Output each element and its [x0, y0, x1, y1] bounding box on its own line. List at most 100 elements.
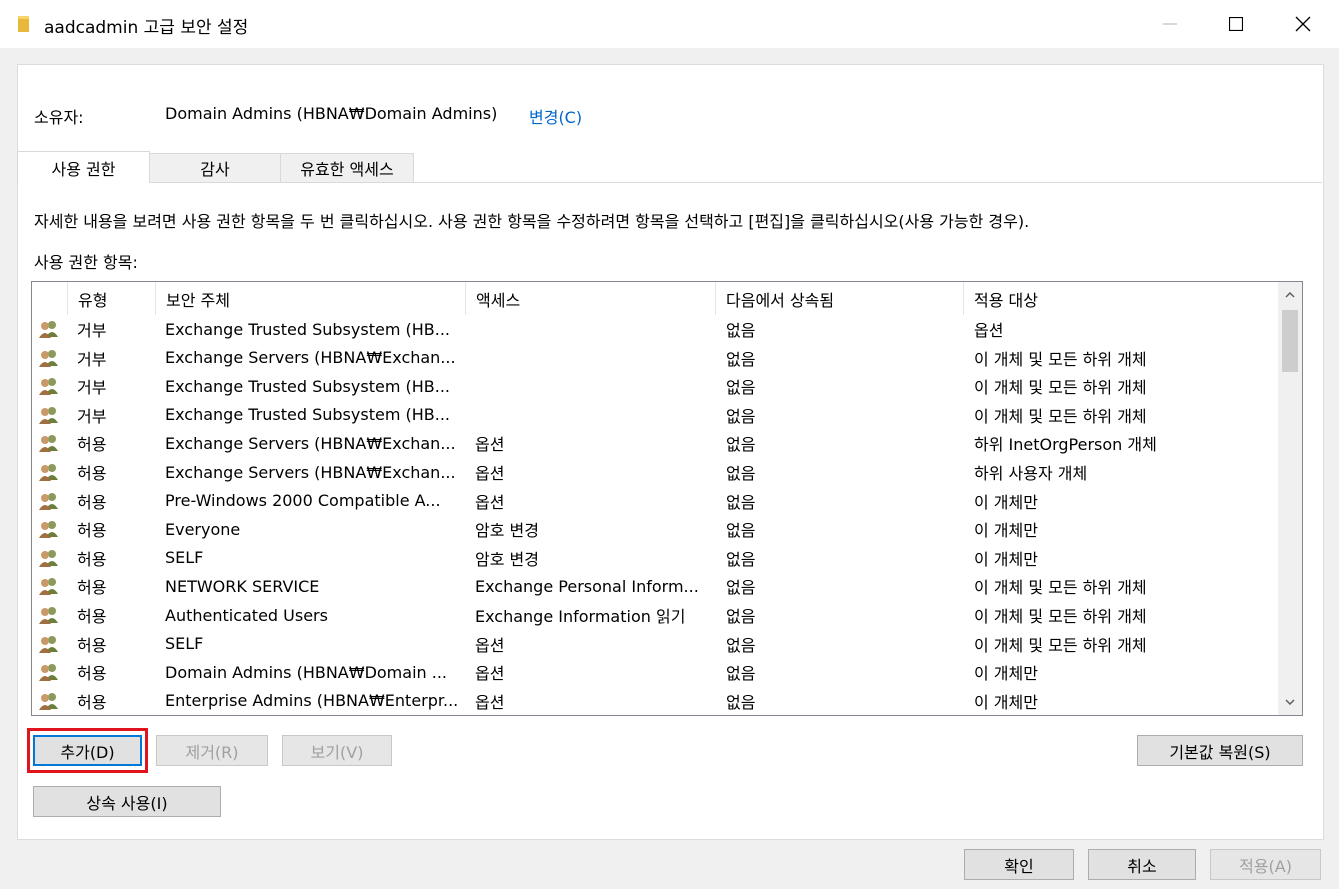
owner-change-link[interactable]: 변경(C): [529, 104, 582, 128]
users-icon: [38, 658, 64, 686]
column-header-icon: [32, 282, 68, 315]
permission-entries-label: 사용 권한 항목:: [34, 253, 138, 272]
permission-entries-list[interactable]: 유형 보안 주체 액세스 다음에서 상속됨 적용 대상 거부 Exchange T…: [31, 281, 1303, 716]
row-inherited-from: 없음: [726, 635, 756, 655]
table-row[interactable]: 거부 Exchange Trusted Subsystem (HB... 없음 옵션: [32, 315, 1278, 344]
row-inherited-from: 없음: [726, 378, 756, 398]
owner-value: Domain Admins (HBNA₩Domain Admins): [165, 104, 498, 123]
column-header-type[interactable]: 유형: [68, 282, 156, 315]
row-access: 옵션: [475, 635, 505, 655]
minimize-button[interactable]: [1137, 0, 1203, 48]
row-principal: SELF: [165, 634, 204, 654]
row-access: 암호 변경: [475, 549, 539, 569]
scroll-down-button[interactable]: [1278, 689, 1302, 715]
table-row[interactable]: 허용 SELF 암호 변경 없음 이 개체만: [32, 544, 1278, 573]
users-icon: [38, 372, 64, 400]
tab-label: 사용 권한: [51, 159, 116, 179]
row-principal: NETWORK SERVICE: [165, 576, 320, 596]
remove-button[interactable]: 제거(R): [156, 735, 268, 766]
add-button[interactable]: 추가(D): [33, 735, 142, 766]
table-row[interactable]: 허용 Everyone 암호 변경 없음 이 개체만: [32, 515, 1278, 544]
row-principal: SELF: [165, 548, 204, 568]
column-header-access[interactable]: 액세스: [466, 282, 716, 315]
users-icon: [38, 429, 64, 457]
table-row[interactable]: 거부 Exchange Trusted Subsystem (HB... 없음 이 개…: [32, 401, 1278, 430]
row-principal: Domain Admins (HBNA₩Domain ...: [165, 662, 447, 682]
row-applies-to: 이 개체 및 모든 하위 개체: [974, 406, 1147, 426]
row-principal: Authenticated Users: [165, 605, 328, 625]
table-row[interactable]: 거부 Exchange Servers (HBNA₩Exchan... 없음 이 개체…: [32, 344, 1278, 373]
row-principal: Pre-Windows 2000 Compatible A...: [165, 491, 441, 511]
row-inherited-from: 없음: [726, 492, 756, 512]
users-icon: [38, 487, 64, 515]
row-inherited-from: 없음: [726, 435, 756, 455]
row-applies-to: 하위 사용자 개체: [974, 464, 1088, 483]
folder-icon: [18, 15, 30, 33]
row-applies-to: 이 개체 및 모든 하위 개체: [974, 578, 1147, 598]
column-header-inherited-from[interactable]: 다음에서 상속됨: [716, 282, 964, 315]
row-applies-to: 이 개체 및 모든 하위 개체: [974, 349, 1147, 369]
row-applies-to: 옵션: [974, 321, 1004, 340]
row-principal: Exchange Trusted Subsystem (HB...: [165, 405, 450, 425]
column-header-applies-to[interactable]: 적용 대상: [964, 282, 1278, 315]
table-row[interactable]: 거부 Exchange Trusted Subsystem (HB... 없음 이 개…: [32, 372, 1278, 401]
row-inherited-from: 없음: [726, 321, 756, 340]
ok-button[interactable]: 확인: [964, 849, 1074, 880]
row-inherited-from: 없음: [726, 578, 756, 598]
table-row[interactable]: 허용 Enterprise Admins (HBNA₩Enterpr... 옵션 없음…: [32, 687, 1278, 715]
row-principal: Enterprise Admins (HBNA₩Enterpr...: [165, 691, 459, 711]
row-inherited-from: 없음: [726, 607, 756, 626]
apply-button[interactable]: 적용(A): [1210, 849, 1321, 880]
row-type: 허용: [77, 435, 107, 455]
row-inherited-from: 없음: [726, 664, 756, 684]
table-row[interactable]: 허용 Authenticated Users Exchange Informatio…: [32, 601, 1278, 630]
users-icon: [38, 630, 64, 658]
row-principal: Exchange Trusted Subsystem (HB...: [165, 376, 450, 396]
close-button[interactable]: [1270, 0, 1336, 48]
row-principal: Exchange Servers (HBNA₩Exchan...: [165, 433, 456, 453]
row-access: [475, 315, 720, 343]
row-inherited-from: 없음: [726, 549, 756, 569]
scroll-up-button[interactable]: [1278, 282, 1302, 308]
users-icon: [38, 315, 64, 343]
row-type: 허용: [77, 521, 107, 541]
maximize-icon: [1229, 17, 1243, 31]
row-principal: Exchange Servers (HBNA₩Exchan...: [165, 462, 456, 482]
maximize-button[interactable]: [1203, 0, 1269, 48]
cancel-button[interactable]: 취소: [1088, 849, 1196, 880]
tab-auditing[interactable]: 감사: [149, 153, 281, 182]
table-row[interactable]: 허용 Pre-Windows 2000 Compatible A... 옵션 없음 이 …: [32, 487, 1278, 516]
scroll-thumb[interactable]: [1282, 310, 1298, 372]
row-applies-to: 이 개체 및 모든 하위 개체: [974, 378, 1147, 398]
advanced-security-settings-window: aadcadmin 고급 보안 설정 소유자: Domain Admins (H…: [0, 0, 1339, 889]
tab-effective-access[interactable]: 유효한 액세스: [280, 153, 414, 182]
table-row[interactable]: 허용 Domain Admins (HBNA₩Domain ... 옵션 없음 이 개체…: [32, 658, 1278, 687]
restore-defaults-button[interactable]: 기본값 복원(S): [1137, 735, 1303, 766]
users-icon: [38, 458, 64, 486]
chevron-up-icon: [1285, 292, 1295, 298]
row-access: 옵션: [475, 464, 505, 483]
row-access: Exchange Information 읽기: [475, 607, 686, 626]
view-button[interactable]: 보기(V): [282, 735, 392, 766]
row-access: [475, 344, 720, 372]
users-icon: [38, 572, 64, 600]
title-bar: aadcadmin 고급 보안 설정: [0, 0, 1339, 48]
tab-label: 유효한 액세스: [300, 160, 394, 179]
table-row[interactable]: 허용 Exchange Servers (HBNA₩Exchan... 옵션 없음 하위…: [32, 429, 1278, 458]
table-row[interactable]: 허용 SELF 옵션 없음 이 개체 및 모든 하위 개체: [32, 630, 1278, 659]
row-access: 옵션: [475, 664, 505, 684]
table-row[interactable]: 허용 NETWORK SERVICE Exchange Personal Infor…: [32, 572, 1278, 601]
row-type: 거부: [77, 349, 107, 369]
row-applies-to: 이 개체 및 모든 하위 개체: [974, 607, 1147, 626]
row-principal: Exchange Servers (HBNA₩Exchan...: [165, 348, 456, 368]
row-access: [475, 401, 720, 429]
tab-strip-border: [17, 182, 1322, 183]
column-header-principal[interactable]: 보안 주체: [156, 282, 466, 315]
tab-permissions[interactable]: 사용 권한: [17, 151, 150, 183]
enable-inheritance-button[interactable]: 상속 사용(I): [33, 786, 221, 817]
users-icon: [38, 687, 64, 715]
users-icon: [38, 601, 64, 629]
vertical-scrollbar[interactable]: [1278, 282, 1302, 715]
row-access: 옵션: [475, 492, 505, 512]
table-row[interactable]: 허용 Exchange Servers (HBNA₩Exchan... 옵션 없음 하위…: [32, 458, 1278, 487]
